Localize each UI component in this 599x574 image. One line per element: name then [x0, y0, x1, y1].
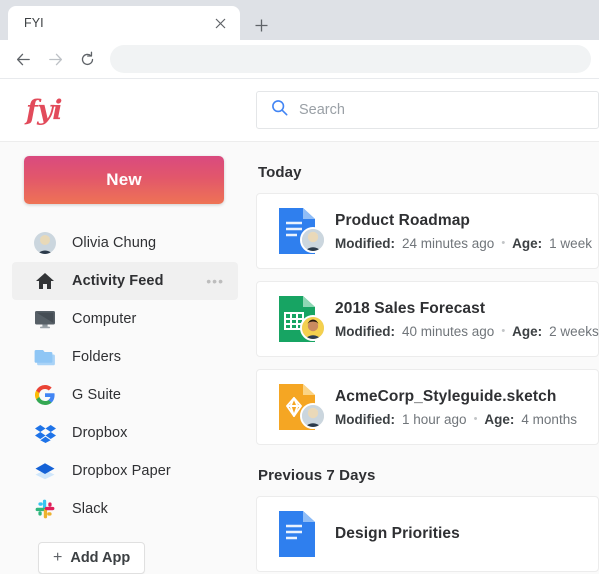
file-card[interactable]: AcmeCorp_Styleguide.sketch Modified: 1 h… [256, 369, 599, 445]
browser-toolbar [0, 40, 599, 78]
arrow-right-icon [40, 44, 70, 74]
sidebar-item-olivia-chung[interactable]: Olivia Chung [12, 224, 238, 262]
browser-tab-title: FYI [24, 16, 44, 30]
plus-icon[interactable] [244, 10, 278, 40]
sidebar-item-label: G Suite [72, 387, 122, 403]
age-value: 2 weeks [549, 323, 599, 339]
plus-icon: + [53, 549, 63, 566]
meta-separator: • [473, 413, 478, 425]
age-value: 4 months [521, 411, 577, 427]
search-icon [271, 99, 288, 121]
modified-value: 40 minutes ago [402, 323, 495, 339]
avatar [300, 403, 326, 429]
browser-chrome: FYI [0, 0, 599, 79]
google-docs-file-icon [277, 511, 317, 557]
fyi-logo[interactable]: fyi [0, 95, 240, 126]
avatar [300, 315, 326, 341]
file-meta: Modified: 40 minutes ago • Age: 2 weeks [335, 323, 599, 339]
search-input[interactable]: Search [256, 91, 599, 129]
age-label: Age: [512, 235, 543, 251]
sidebar-item-slack[interactable]: Slack [12, 490, 238, 528]
file-info: Design Priorities [335, 525, 460, 543]
file-card[interactable]: Design Priorities [256, 496, 599, 572]
sidebar-item-folders[interactable]: Folders [12, 338, 238, 376]
file-card[interactable]: Product Roadmap Modified: 24 minutes ago… [256, 193, 599, 269]
sidebar-item-g-suite[interactable]: G Suite [12, 376, 238, 414]
add-app-label: Add App [70, 550, 131, 566]
slack-icon [34, 498, 56, 520]
section-title-today: Today [258, 164, 302, 181]
meta-separator: • [501, 325, 506, 337]
home-icon [34, 270, 56, 292]
new-button[interactable]: New [24, 156, 224, 204]
file-meta: Modified: 24 minutes ago • Age: 1 week [335, 236, 592, 251]
sidebar-item-label: Slack [72, 501, 108, 517]
file-info: Product Roadmap Modified: 24 minutes ago… [335, 212, 592, 251]
age-label: Age: [512, 323, 543, 339]
file-meta: Modified: 1 hour ago • Age: 4 months [335, 412, 577, 427]
age-label: Age: [484, 411, 515, 427]
meta-separator: • [501, 237, 506, 249]
dropbox-paper-icon [34, 460, 56, 482]
sidebar-item-dropbox-paper[interactable]: Dropbox Paper [12, 452, 238, 490]
dropbox-icon [34, 422, 56, 444]
browser-tab[interactable]: FYI [8, 6, 240, 40]
monitor-icon [34, 308, 56, 330]
sidebar-item-dropbox[interactable]: Dropbox [12, 414, 238, 452]
file-card[interactable]: 2018 Sales Forecast Modified: 40 minutes… [256, 281, 599, 357]
file-name: Product Roadmap [335, 211, 470, 229]
file-name: 2018 Sales Forecast [335, 299, 486, 317]
sidebar-item-activity-feed[interactable]: Activity Feed ••• [12, 262, 238, 300]
modified-label: Modified: [335, 235, 395, 251]
sidebar-item-label: Activity Feed [72, 273, 164, 289]
file-info: 2018 Sales Forecast Modified: 40 minutes… [335, 299, 599, 339]
modified-label: Modified: [335, 323, 395, 339]
file-name: Design Priorities [335, 525, 460, 542]
sidebar-item-more-icon[interactable]: ••• [206, 274, 224, 288]
modified-value: 1 hour ago [402, 411, 467, 427]
folder-icon [34, 346, 56, 368]
modified-label: Modified: [335, 411, 395, 427]
reload-icon[interactable] [72, 44, 102, 74]
close-icon[interactable] [210, 13, 230, 33]
activity-feed: Today Product Roadmap Modified: 24 minut… [248, 142, 599, 574]
file-info: AcmeCorp_Styleguide.sketch Modified: 1 h… [335, 388, 577, 427]
google-sheets-file-icon [277, 296, 326, 342]
sidebar-item-label: Dropbox [72, 425, 128, 441]
modified-value: 24 minutes ago [402, 235, 495, 251]
avatar [300, 227, 326, 253]
address-bar[interactable] [110, 45, 591, 73]
fyi-app: fyi Search New Olivia Chung Activity Fee… [0, 79, 599, 574]
browser-tabstrip: FYI [0, 0, 599, 40]
google-icon [34, 384, 56, 406]
file-name: AcmeCorp_Styleguide.sketch [335, 387, 557, 405]
user-avatar-icon [34, 232, 56, 254]
section-title-previous-7-days: Previous 7 Days [258, 467, 376, 484]
app-header: fyi Search [0, 79, 599, 142]
sketch-file-icon [277, 384, 326, 430]
sidebar-item-label: Dropbox Paper [72, 463, 171, 479]
app-body: New Olivia Chung Activity Feed ••• Compu… [0, 142, 599, 574]
arrow-left-icon[interactable] [8, 44, 38, 74]
sidebar-item-label: Computer [72, 311, 137, 327]
sidebar-item-label: Olivia Chung [72, 235, 157, 251]
sidebar: New Olivia Chung Activity Feed ••• Compu… [0, 142, 248, 574]
search-placeholder: Search [299, 102, 345, 118]
age-value: 1 week [549, 235, 592, 251]
add-app-button[interactable]: + Add App [38, 542, 146, 574]
sidebar-item-computer[interactable]: Computer [12, 300, 238, 338]
sidebar-nav: Olivia Chung Activity Feed ••• Computer … [0, 224, 248, 528]
sidebar-item-label: Folders [72, 349, 122, 365]
google-docs-file-icon [277, 208, 326, 254]
